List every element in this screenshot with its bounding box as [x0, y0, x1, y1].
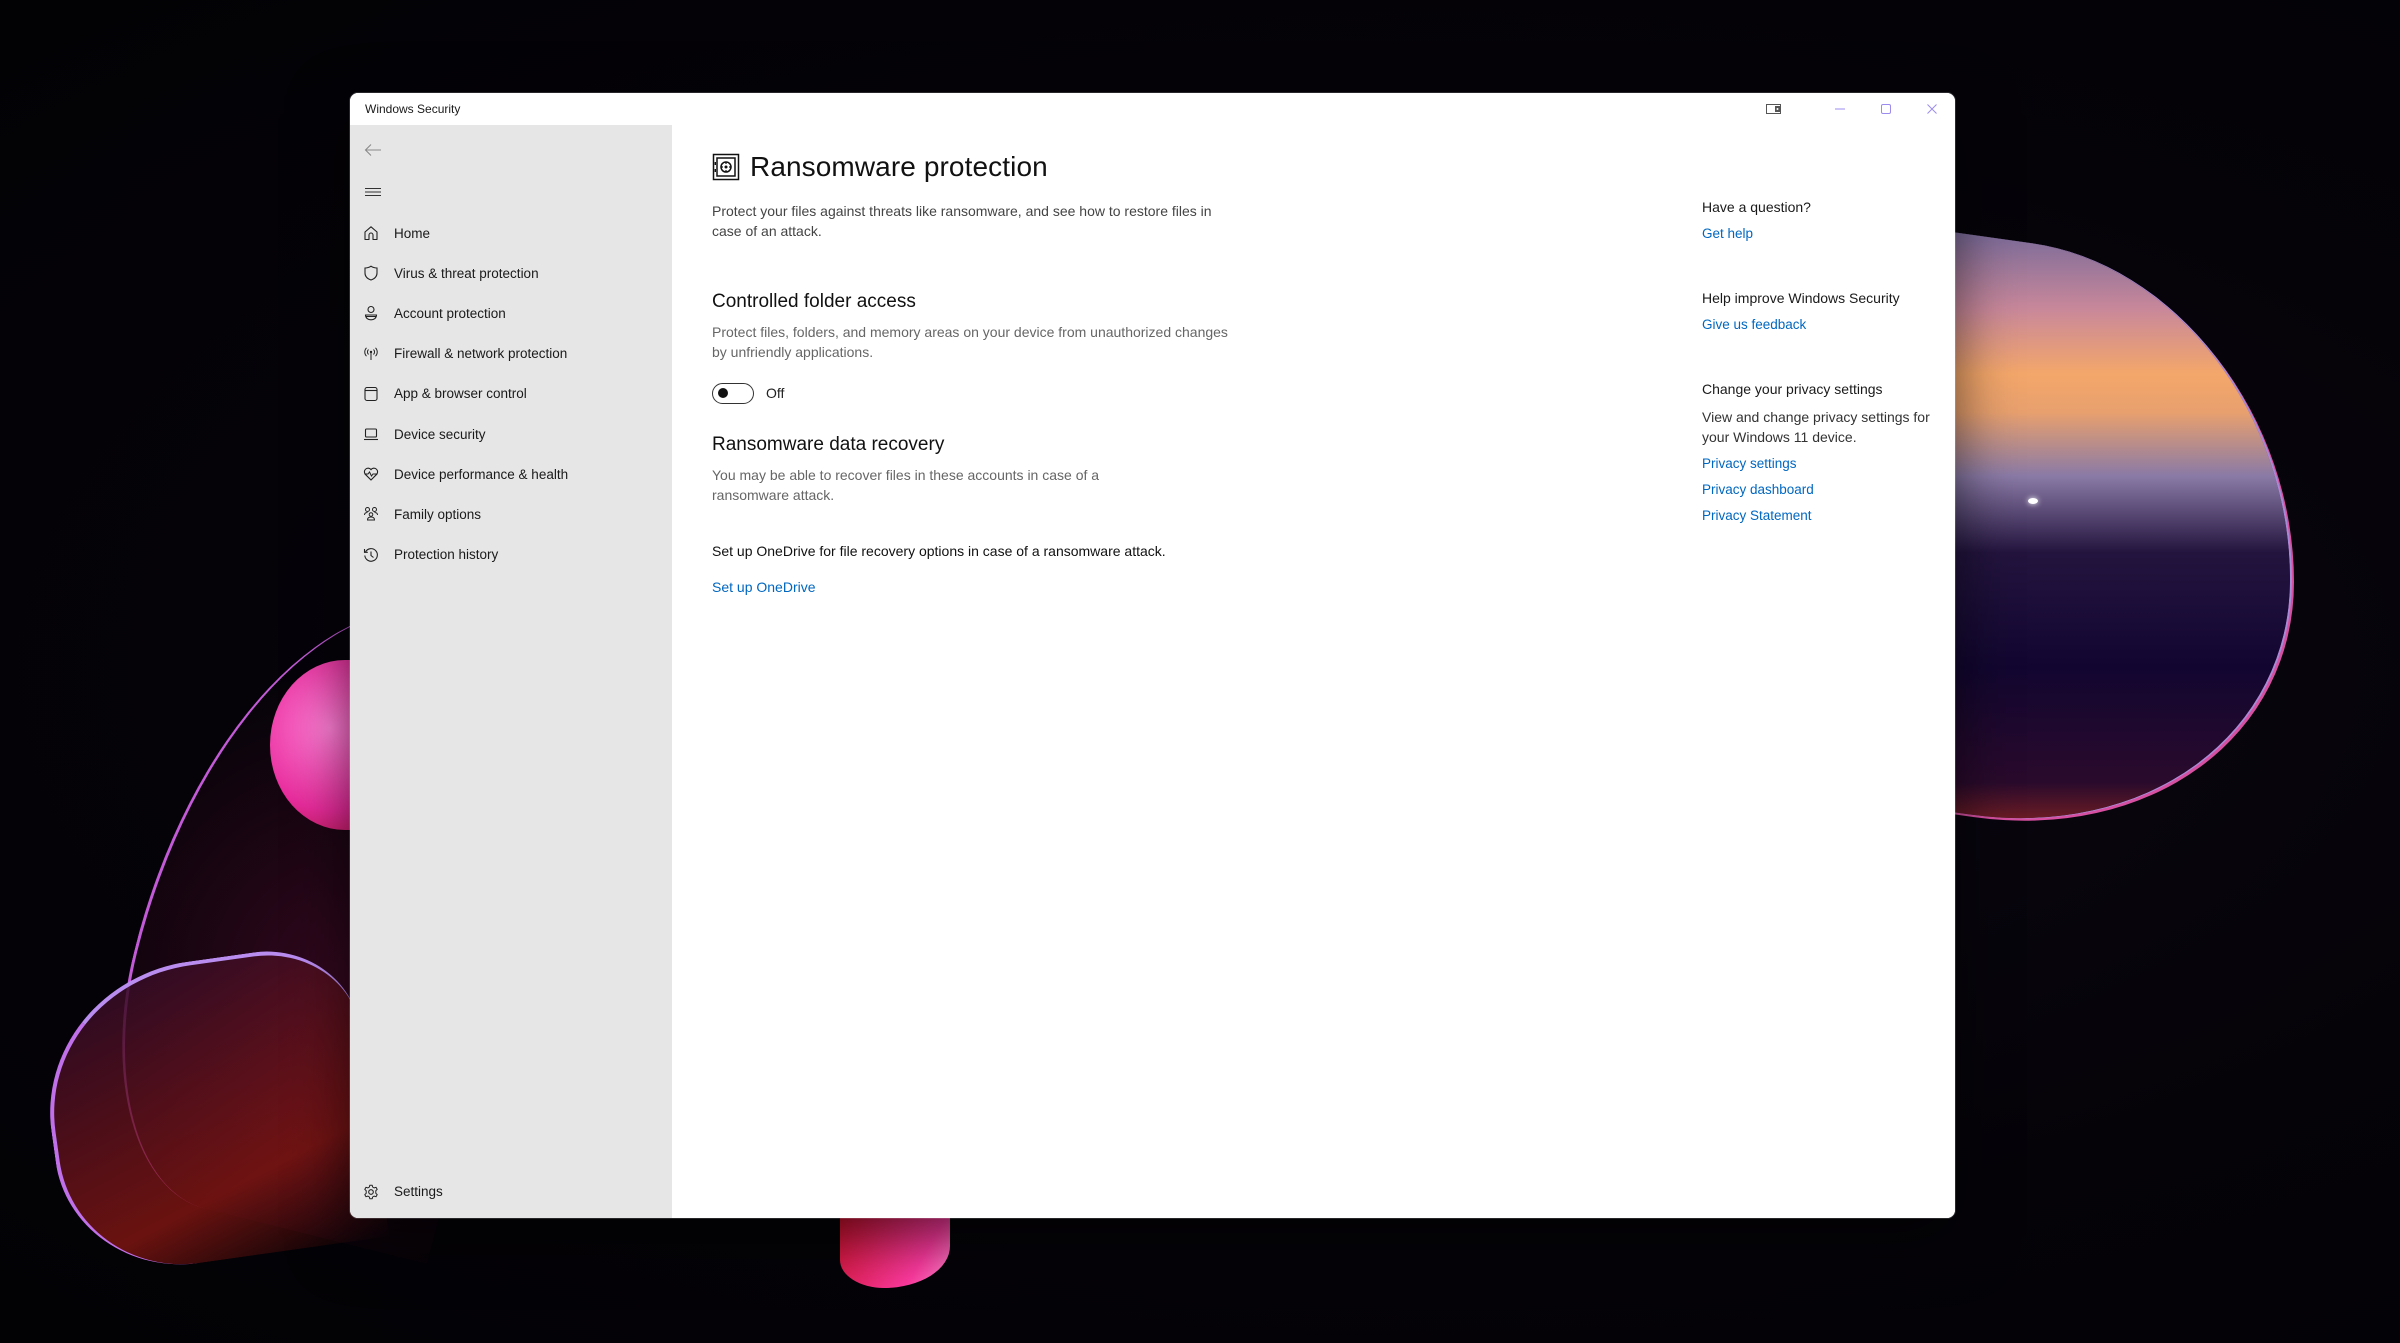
- toggle-state-label: Off: [766, 385, 785, 401]
- minimize-button[interactable]: [1817, 93, 1863, 125]
- maximize-button[interactable]: [1863, 93, 1909, 125]
- tablet-mode-icon[interactable]: [1751, 93, 1797, 125]
- sidebar-item-app-browser-control[interactable]: App & browser control: [350, 374, 672, 414]
- page-header: Ransomware protection: [712, 147, 1272, 187]
- sidebar-item-account-protection[interactable]: Account protection: [350, 293, 672, 333]
- person-icon: [362, 304, 380, 322]
- rail-heading: Help improve Windows Security: [1702, 290, 1900, 306]
- window-controls: [1751, 93, 1955, 125]
- sidebar-item-label: Virus & threat protection: [394, 265, 539, 281]
- rail-description: View and change privacy settings for you…: [1702, 409, 1930, 445]
- back-arrow-icon: [364, 144, 381, 156]
- onedrive-setup-text: Set up OneDrive for file recovery option…: [712, 543, 1166, 559]
- laptop-icon: [362, 425, 380, 443]
- title-bar[interactable]: Windows Security: [350, 93, 1955, 125]
- sidebar-item-settings[interactable]: Settings: [350, 1172, 672, 1212]
- wallpaper-shape: [840, 1218, 950, 1288]
- sidebar-item-label: Device security: [394, 426, 486, 442]
- shield-icon: [362, 264, 380, 282]
- hamburger-menu-icon: [365, 187, 381, 197]
- improve-block: Help improve Windows Security Give us fe…: [1702, 288, 1942, 335]
- wallpaper-shape: [30, 939, 390, 1281]
- sidebar-item-label: Settings: [394, 1184, 443, 1200]
- sidebar-item-label: Protection history: [394, 547, 499, 563]
- close-icon: [1927, 104, 1937, 114]
- ransomware-data-recovery-section: Ransomware data recovery You may be able…: [712, 434, 1272, 597]
- page-description: Protect your files against threats like …: [712, 203, 1212, 239]
- question-block: Have a question? Get help: [1702, 197, 1942, 244]
- controlled-folder-access-section: Controlled folder access Protect files, …: [712, 291, 1272, 404]
- sidebar-item-label: App & browser control: [394, 386, 527, 402]
- menu-button[interactable]: [358, 177, 388, 207]
- privacy-dashboard-link[interactable]: Privacy dashboard: [1702, 480, 1942, 500]
- sidebar-item-label: Home: [394, 225, 431, 241]
- windows-security-window: Windows Security Home Virus & threat pro…: [350, 93, 1955, 1218]
- back-button[interactable]: [358, 135, 388, 165]
- privacy-statement-link[interactable]: Privacy Statement: [1702, 506, 1942, 526]
- heart-pulse-icon: [362, 465, 380, 483]
- sidebar-item-firewall-network-protection[interactable]: Firewall & network protection: [350, 334, 672, 374]
- section-description: You may be able to recover files in thes…: [712, 467, 1100, 503]
- give-feedback-link[interactable]: Give us feedback: [1702, 315, 1942, 335]
- set-up-onedrive-link[interactable]: Set up OneDrive: [712, 579, 816, 595]
- page-title: Ransomware protection: [750, 151, 1048, 182]
- wallpaper-sparkle: [2028, 498, 2038, 504]
- safe-vault-icon: [712, 153, 740, 181]
- section-description: Protect files, folders, and memory areas…: [712, 324, 1228, 360]
- sidebar-item-virus-threat-protection[interactable]: Virus & threat protection: [350, 253, 672, 293]
- sidebar-item-family-options[interactable]: Family options: [350, 494, 672, 534]
- history-icon: [362, 546, 380, 564]
- close-button[interactable]: [1909, 93, 1955, 125]
- window-title: Windows Security: [365, 102, 461, 116]
- app-window-icon: [362, 385, 380, 403]
- help-rail: Have a question? Get help Help improve W…: [1702, 197, 1942, 526]
- get-help-link[interactable]: Get help: [1702, 224, 1942, 244]
- section-title: Controlled folder access: [712, 291, 916, 312]
- home-icon: [362, 224, 380, 242]
- antenna-icon: [362, 345, 380, 363]
- sidebar-item-device-security[interactable]: Device security: [350, 414, 672, 454]
- controlled-folder-access-toggle[interactable]: [712, 382, 754, 404]
- sidebar-item-home[interactable]: Home: [350, 213, 672, 253]
- sidebar-item-device-performance-health[interactable]: Device performance & health: [350, 454, 672, 494]
- sidebar-nav: Home Virus & threat protection Account p…: [350, 125, 672, 1218]
- privacy-block: Change your privacy settings View and ch…: [1702, 379, 1942, 526]
- sidebar-item-label: Firewall & network protection: [394, 346, 568, 362]
- sidebar-item-label: Account protection: [394, 305, 506, 321]
- section-title: Ransomware data recovery: [712, 434, 945, 455]
- minimize-icon: [1835, 108, 1845, 110]
- privacy-settings-link[interactable]: Privacy settings: [1702, 454, 1942, 474]
- family-icon: [362, 505, 380, 523]
- rail-heading: Have a question?: [1702, 199, 1811, 215]
- toggle-knob: [718, 387, 728, 398]
- rail-heading: Change your privacy settings: [1702, 381, 1883, 397]
- gear-icon: [362, 1183, 380, 1201]
- maximize-icon: [1881, 104, 1891, 114]
- sidebar-item-protection-history[interactable]: Protection history: [350, 535, 672, 575]
- sidebar-item-label: Device performance & health: [394, 466, 569, 482]
- controlled-folder-access-toggle-row: Off: [712, 382, 1272, 404]
- main-content: Ransomware protection Protect your files…: [672, 125, 1955, 1218]
- sidebar-item-label: Family options: [394, 506, 482, 522]
- nav-list: Home Virus & threat protection Account p…: [350, 213, 672, 575]
